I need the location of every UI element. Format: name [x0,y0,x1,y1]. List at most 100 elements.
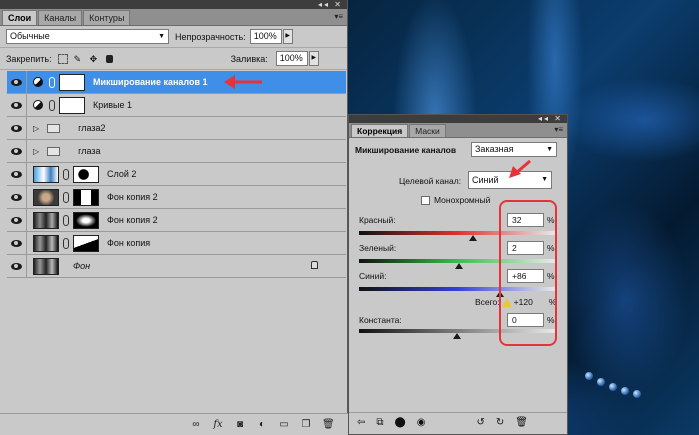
trash-icon[interactable]: 🗑 [322,419,335,430]
link-icon [63,191,69,203]
tab-correction[interactable]: Коррекция [351,124,409,137]
annotation-arrow [224,75,262,89]
add-mask-icon[interactable]: ◙ [234,419,246,430]
bead [609,383,617,391]
bead [621,387,629,395]
visibility-toggle[interactable] [7,208,27,232]
link-icon [63,214,69,226]
layer-row[interactable]: Микширование каналов 1 [7,70,346,94]
tab-channels[interactable]: Каналы [38,10,83,25]
tab-layers[interactable]: Слои [2,10,38,25]
layer-thumbnail[interactable] [33,211,59,229]
mask-thumbnail[interactable] [59,96,85,114]
new-layer-icon[interactable]: ❐ [300,419,312,430]
monochrome-checkbox[interactable] [421,195,430,205]
panel-menu-icon[interactable]: ▾≡ [334,12,343,21]
visibility-toggle[interactable] [7,185,27,209]
fill-input[interactable]: 100% [275,51,308,66]
collapse-icon[interactable]: ◂◂ ✕ [538,115,563,123]
layer-row[interactable]: Фон копия [7,231,346,255]
visibility-toggle[interactable] [7,254,27,278]
blend-mode-select[interactable]: Обычные ▼ [6,29,169,44]
visibility-toggle[interactable] [7,93,27,117]
layer-name: Фон копия 2 [107,215,158,225]
lock-icon [311,261,318,269]
total-label: Всего: [475,297,500,307]
mask-thumbnail[interactable] [73,188,99,206]
opacity-slider-icon[interactable]: ▶ [282,29,293,44]
link-icon [49,99,55,111]
visibility-toggle[interactable] [7,139,27,163]
new-adjustment-icon[interactable]: ◐ [256,419,268,430]
fx-icon[interactable]: fx [212,419,224,430]
layer-thumbnail[interactable] [33,257,59,275]
link-icon [63,168,69,180]
blue-slider-label: Синий: [359,271,387,281]
lock-position-icon[interactable]: ✥ [90,54,100,64]
eye-icon [11,101,22,109]
layer-name: Фон копия 2 [107,192,158,202]
blend-mode-value: Обычные [10,31,50,41]
correction-tabs: Коррекция Маски ▾≡ [349,123,567,138]
new-group-icon[interactable]: ▭ [278,419,290,430]
visibility-toggle[interactable] [7,70,27,94]
layer-thumbnail[interactable] [33,188,59,206]
mask-thumbnail[interactable] [59,73,85,91]
mask-thumbnail[interactable] [73,211,99,229]
panel-menu-icon[interactable]: ▾≡ [554,125,563,134]
layer-name: Слой 2 [107,169,137,179]
annotation-box [499,200,557,346]
lock-all-icon[interactable] [105,54,113,63]
eye-icon [11,124,22,132]
collapse-icon[interactable]: ◂◂ ✕ [318,0,343,9]
opacity-input[interactable]: 100% [249,29,282,44]
layer-row[interactable]: Фон копия 2 [7,185,346,209]
expand-triangle-icon[interactable]: ▷ [33,124,39,133]
layer-row[interactable]: Слой 2 [7,162,346,186]
mask-thumbnail[interactable] [73,234,99,252]
reset-prev-icon[interactable]: ↺ [476,417,484,428]
eye-icon [11,170,22,178]
eye-icon [11,262,22,270]
expand-triangle-icon[interactable]: ▷ [33,147,39,156]
layer-name: Фон [73,261,91,271]
back-icon[interactable]: ⇦ [357,417,365,428]
layer-row[interactable]: Фон [7,254,346,278]
layer-name: глаза2 [78,123,106,133]
mask-thumbnail[interactable] [73,165,99,183]
red-slider-thumb[interactable] [468,235,477,241]
bead [597,378,605,386]
layer-row[interactable]: Кривые 1 [7,93,346,117]
constant-slider-thumb[interactable] [453,333,461,339]
layers-panel: ◂◂ ✕ Слои Каналы Контуры ▾≡ Обычные ▼ Не… [0,0,348,435]
visibility-toggle[interactable] [7,231,27,255]
green-slider-thumb[interactable] [454,263,463,269]
adjustment-title: Микширование каналов [355,145,457,155]
eye-icon[interactable]: ◉ [417,417,426,428]
layers-list: Микширование каналов 1 Кривые 1 ▷ глаза2… [7,70,346,278]
layer-thumbnail[interactable] [33,234,59,252]
lock-transparency-icon[interactable] [57,53,68,64]
visibility-toggle[interactable] [7,116,27,140]
preset-select[interactable]: Заказная ▼ [471,142,557,157]
layer-row[interactable]: ▷ глаза [7,139,346,163]
tab-masks[interactable]: Маски [409,124,446,137]
clip-icon[interactable]: ⧉ [376,417,383,428]
trash-icon[interactable]: 🗑 [515,417,528,428]
lock-pixels-icon[interactable]: ✎ [74,54,84,64]
layer-row[interactable]: Фон копия 2 [7,208,346,232]
reset-icon[interactable]: ↻ [496,417,504,428]
fill-slider-icon[interactable]: ▶ [308,51,319,66]
adjustment-icon [33,77,43,87]
tab-paths[interactable]: Контуры [83,10,131,25]
layer-thumbnail[interactable] [33,165,59,183]
link-icon[interactable]: ∞ [190,419,202,430]
visibility-icon[interactable]: ⬤ [395,417,406,428]
layer-row[interactable]: ▷ глаза2 [7,116,346,140]
layer-name: глаза [78,146,101,156]
lock-fill-row: Закрепить: ✎ ✥ Заливка: 100% ▶ [0,48,347,70]
link-icon [63,237,69,249]
visibility-toggle[interactable] [7,162,27,186]
preset-value: Заказная [475,144,514,154]
lock-label: Закрепить: [6,53,52,64]
